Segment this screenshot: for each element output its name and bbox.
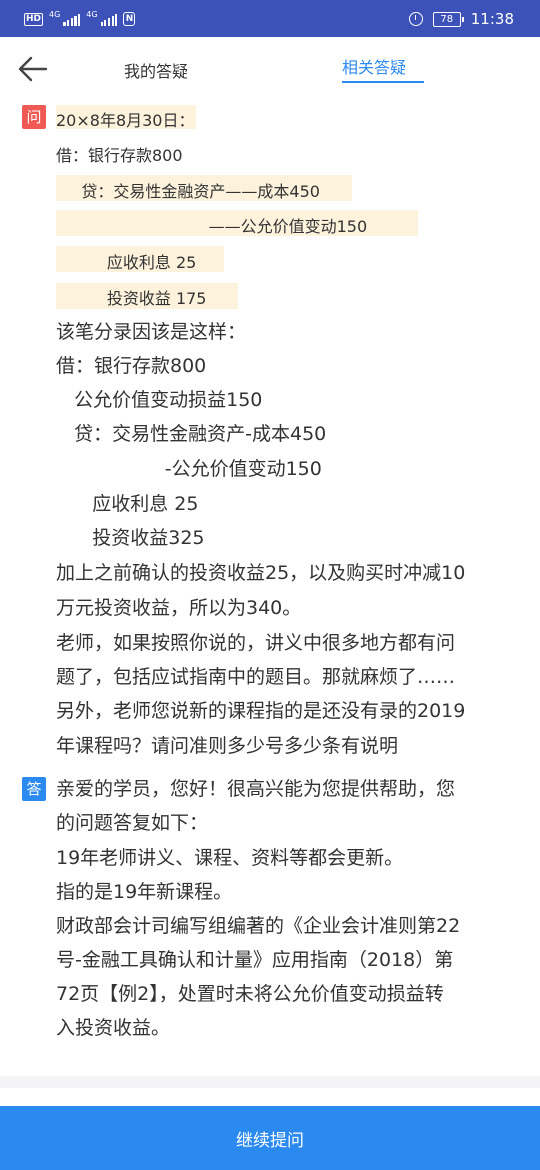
answer-line: 号-金融工具确认和计量》应用指南（2018）第: [56, 949, 454, 971]
question-highlight-line: ——公允价值变动150: [56, 217, 368, 236]
question-line: 投资收益325: [56, 527, 205, 549]
answer-line: 入投资收益。: [56, 1017, 171, 1039]
answer-line: 财政部会计司编写组编著的《企业会计准则第22: [56, 915, 461, 937]
question-line: 老师，如果按照你说的，讲义中很多地方都有问: [56, 632, 456, 654]
question-line: 加上之前确认的投资收益25，以及购买时冲减10: [56, 562, 466, 584]
question-line: 另外，老师您说新的课程指的是还没有录的2019: [56, 700, 466, 722]
signal-strength-icon: [63, 13, 81, 26]
answer-badge: 答: [22, 777, 46, 801]
nav-bar: 我的答疑 相关答疑: [0, 37, 540, 99]
question-line: 题了，包括应试指南中的题目。那就麻烦了……: [56, 666, 456, 688]
question-highlight-line: 借：银行存款800: [56, 146, 183, 165]
network-type-2: 4G: [86, 10, 98, 19]
question-highlight-line: 贷：交易性金融资产——成本450: [56, 182, 320, 201]
question-line: 公允价值变动损益150: [56, 389, 263, 411]
status-left: HD 4G 4G N: [24, 10, 136, 28]
tab-related-questions[interactable]: 相关答疑: [342, 53, 406, 83]
section-divider: [0, 1076, 540, 1088]
question-highlight-line: 20×8年8月30日：: [56, 111, 195, 130]
question-line: 该笔分录因该是这样：: [56, 321, 247, 343]
question-line: 应收利息 25: [56, 493, 199, 515]
tab-my-questions[interactable]: 我的答疑: [124, 57, 188, 87]
status-bar: HD 4G 4G N 78 11:38: [0, 0, 540, 37]
status-right: 78 11:38: [408, 9, 514, 29]
alarm-icon: [408, 12, 423, 26]
hd-indicator: HD: [24, 12, 44, 26]
question-badge: 问: [22, 105, 46, 129]
answer-line: 19年老师讲义、课程、资料等都会更新。: [56, 847, 404, 869]
question-highlight-line: 应收利息 25: [56, 253, 197, 272]
back-arrow-icon[interactable]: [18, 55, 48, 83]
question-highlight-line: 投资收益 175: [56, 289, 207, 308]
question-line: -公允价值变动150: [56, 458, 322, 480]
continue-asking-button[interactable]: 继续提问: [0, 1106, 540, 1170]
nfc-icon: N: [123, 12, 136, 26]
network-type-1: 4G: [49, 10, 61, 19]
answer-line: 指的是19年新课程。: [56, 881, 233, 903]
question-line: 年课程吗？请问准则多少号多少条有说明: [56, 735, 399, 757]
answer-line: 的问题答复如下：: [56, 812, 209, 834]
answer-line: 72页【例2】，处置时未将公允价值变动损益转: [56, 983, 444, 1005]
answer-line: 亲爱的学员，您好！很高兴能为您提供帮助，您: [56, 778, 456, 800]
active-tab-indicator: [342, 81, 424, 83]
battery-icon: 78: [432, 11, 464, 27]
question-line: 借：银行存款800: [56, 355, 207, 377]
question-line: 万元投资收益，所以为340。: [56, 597, 302, 619]
clock: 11:38: [470, 10, 514, 28]
signal-strength-icon: [100, 13, 118, 26]
question-line: 贷：交易性金融资产-成本450: [56, 423, 327, 445]
